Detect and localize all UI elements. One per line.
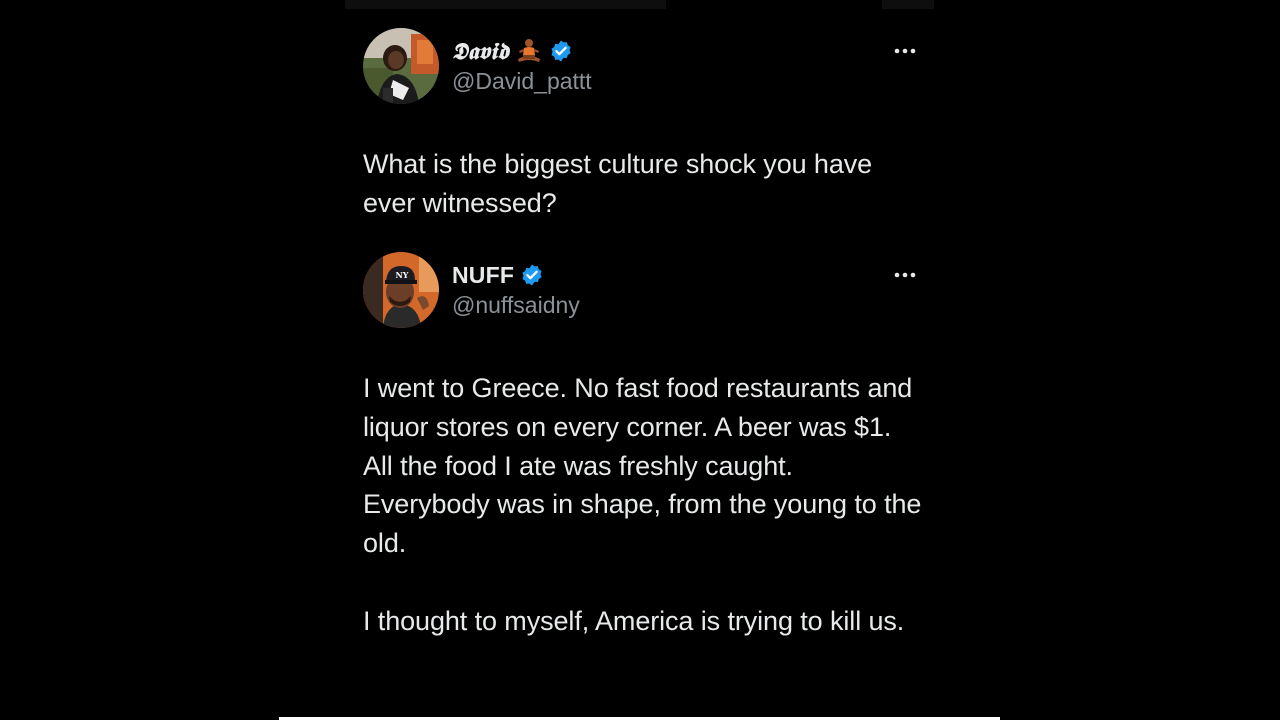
display-name[interactable]: 𝕯𝖆𝖛𝖎𝖉	[452, 38, 509, 65]
tweet-screenshot: 𝕯𝖆𝖛𝖎𝖉 @David_pattt What is the biggest c…	[0, 0, 1280, 720]
name-row: 𝕯𝖆𝖛𝖎𝖉	[452, 36, 573, 66]
verified-badge-icon	[520, 263, 544, 287]
more-options-icon[interactable]	[892, 38, 918, 64]
display-name[interactable]: NUFF	[452, 262, 514, 289]
tweet-header-1: 𝕯𝖆𝖛𝖎𝖉 @David_pattt	[363, 28, 918, 106]
person-in-lotus-position-icon	[515, 37, 543, 65]
tweet-body-paragraph-2: I thought to myself, America is trying t…	[363, 606, 905, 636]
tweet-header-2: NY NUFF @nuffsaidny	[363, 252, 918, 330]
top-edge-strip	[345, 0, 666, 9]
top-edge-strip	[882, 0, 934, 9]
name-row: NUFF	[452, 260, 544, 290]
avatar[interactable]	[363, 28, 439, 104]
tweet-body-paragraph-1: I went to Greece. No fast food restauran…	[363, 373, 929, 559]
more-options-icon[interactable]	[892, 262, 918, 288]
tweet-body: What is the biggest culture shock you ha…	[363, 149, 880, 218]
user-handle[interactable]: @David_pattt	[452, 68, 592, 95]
avatar[interactable]: NY	[363, 252, 439, 328]
svg-text:NY: NY	[395, 270, 408, 280]
user-handle[interactable]: @nuffsaidny	[452, 292, 580, 319]
verified-badge-icon	[549, 39, 573, 63]
